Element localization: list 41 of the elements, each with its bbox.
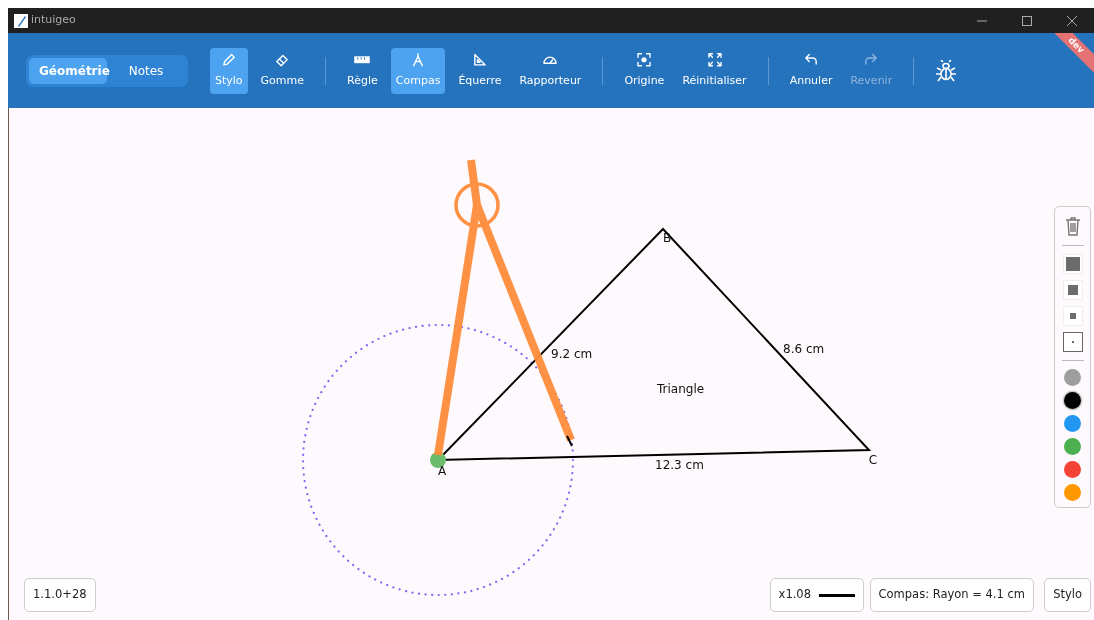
- tool-button[interactable]: Compas: [390, 47, 446, 94]
- tool-button[interactable]: Réinitialiser: [677, 47, 752, 94]
- tool-button[interactable]: Règle: [342, 47, 383, 94]
- color-swatch[interactable]: [1064, 415, 1081, 432]
- color-swatch[interactable]: [1064, 369, 1081, 386]
- app-logo-icon: [14, 13, 28, 28]
- tool-button[interactable]: Origine: [619, 47, 670, 94]
- point-label: C: [868, 453, 878, 467]
- tool-button[interactable]: Gomme: [255, 47, 310, 94]
- target-icon: [636, 51, 653, 67]
- tool-button[interactable]: Rapporteur: [514, 47, 587, 94]
- maximize-icon: [1021, 15, 1032, 26]
- stroke-width-icon: [819, 593, 855, 597]
- version-label: 1.1.0+28: [24, 578, 96, 612]
- zoom-level: x1.08: [778, 586, 811, 604]
- measure-label: Compas: Rayon = 4.1 cm: [869, 578, 1034, 612]
- size-button[interactable]: [1062, 332, 1083, 352]
- length-label: 8.6 cm: [783, 342, 825, 356]
- color-swatch[interactable]: [1064, 461, 1081, 478]
- trash-icon: [1064, 215, 1081, 236]
- color-swatch[interactable]: [1064, 392, 1081, 409]
- color-swatch[interactable]: [1064, 438, 1081, 455]
- length-label: 12.3 cm: [655, 458, 704, 472]
- redo-icon: [863, 51, 880, 67]
- color-swatch[interactable]: [1064, 484, 1081, 501]
- undo-icon: [803, 51, 820, 67]
- tool-button[interactable]: Équerre: [453, 47, 507, 94]
- point-label: B: [662, 231, 672, 245]
- window-title: intuigeo: [31, 12, 76, 29]
- tool-button[interactable]: Annuler: [784, 47, 838, 94]
- shape-label: Triangle: [657, 382, 705, 396]
- center-point[interactable]: [430, 452, 446, 468]
- bug-icon: [936, 59, 957, 82]
- length-label: 9.2 cm: [551, 347, 593, 361]
- close-icon: [1066, 15, 1077, 26]
- tool-button[interactable]: Stylo: [210, 47, 248, 94]
- expand-icon: [706, 51, 723, 67]
- tool-label: Stylo: [1044, 578, 1091, 612]
- point-label: A: [437, 464, 447, 478]
- pencil-icon: [220, 51, 237, 67]
- drawing-canvas[interactable]: B 9.2 cm 8.6 cm Triangle A 12.3 cm C 1.1.0+28 x1.08 Compas: Rayon = 4.1 cm Stylo: [8, 108, 1094, 620]
